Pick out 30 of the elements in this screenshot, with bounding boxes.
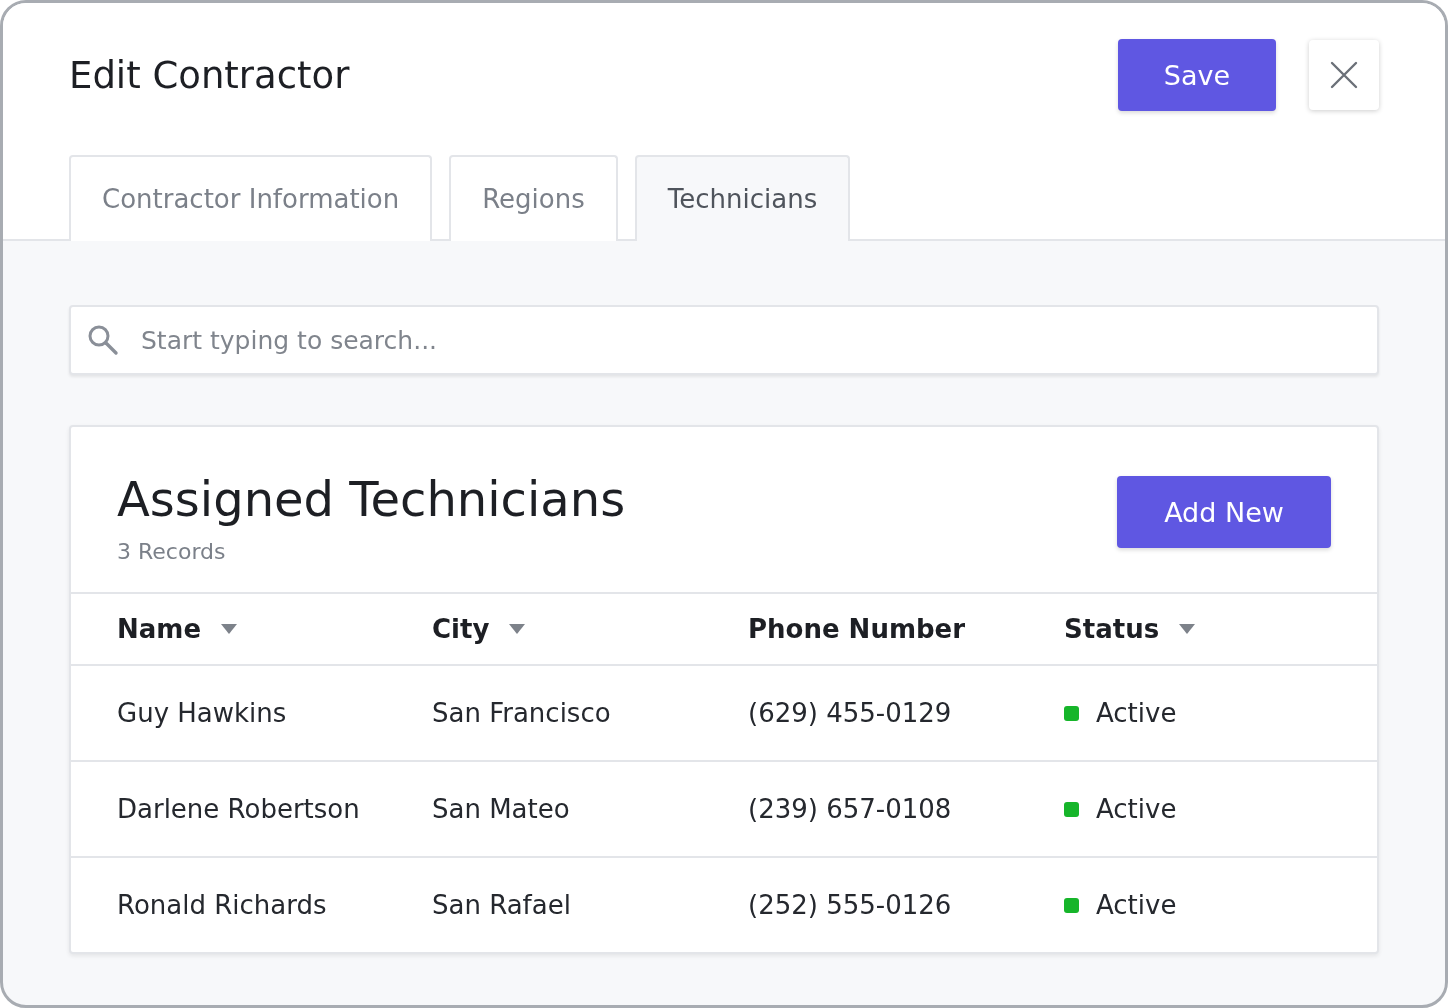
tab[interactable]: Technicians bbox=[634, 155, 851, 241]
status-text: Active bbox=[1096, 698, 1177, 728]
caret-icon bbox=[1179, 624, 1196, 634]
save-button[interactable]: Save bbox=[1118, 39, 1276, 111]
column-header[interactable]: Name bbox=[117, 614, 238, 644]
table-cell: (629) 455-0129 bbox=[748, 698, 952, 728]
tab[interactable]: Regions bbox=[449, 155, 618, 241]
status-text: Active bbox=[1096, 794, 1177, 824]
close-icon bbox=[1330, 61, 1358, 89]
table-cell: San Mateo bbox=[432, 794, 570, 824]
table-cell: (239) 657-0108 bbox=[748, 794, 952, 824]
card-title: Assigned Technicians bbox=[117, 470, 626, 529]
close-button[interactable] bbox=[1309, 40, 1379, 110]
status-text: Active bbox=[1096, 890, 1177, 920]
table-cell: (252) 555-0126 bbox=[748, 890, 952, 920]
add-new-button[interactable]: Add New bbox=[1117, 476, 1331, 548]
column-header[interactable]: City bbox=[432, 614, 526, 644]
dialog-title: Edit Contractor bbox=[69, 53, 351, 97]
table-cell: San Francisco bbox=[432, 698, 611, 728]
table-cell: Ronald Richards bbox=[117, 890, 327, 920]
table-cell: Guy Hawkins bbox=[117, 698, 287, 728]
column-header[interactable]: Status bbox=[1064, 614, 1196, 644]
caret-icon bbox=[509, 624, 526, 634]
table-cell: San Rafael bbox=[432, 890, 571, 920]
table-cell: Darlene Robertson bbox=[117, 794, 360, 824]
search-field[interactable]: Start typing to search... bbox=[69, 305, 1379, 375]
tab[interactable]: Contractor Information bbox=[69, 155, 433, 241]
column-header: Phone Number bbox=[748, 614, 966, 644]
caret-icon bbox=[221, 624, 238, 634]
record-count: 3 Records bbox=[117, 539, 227, 564]
